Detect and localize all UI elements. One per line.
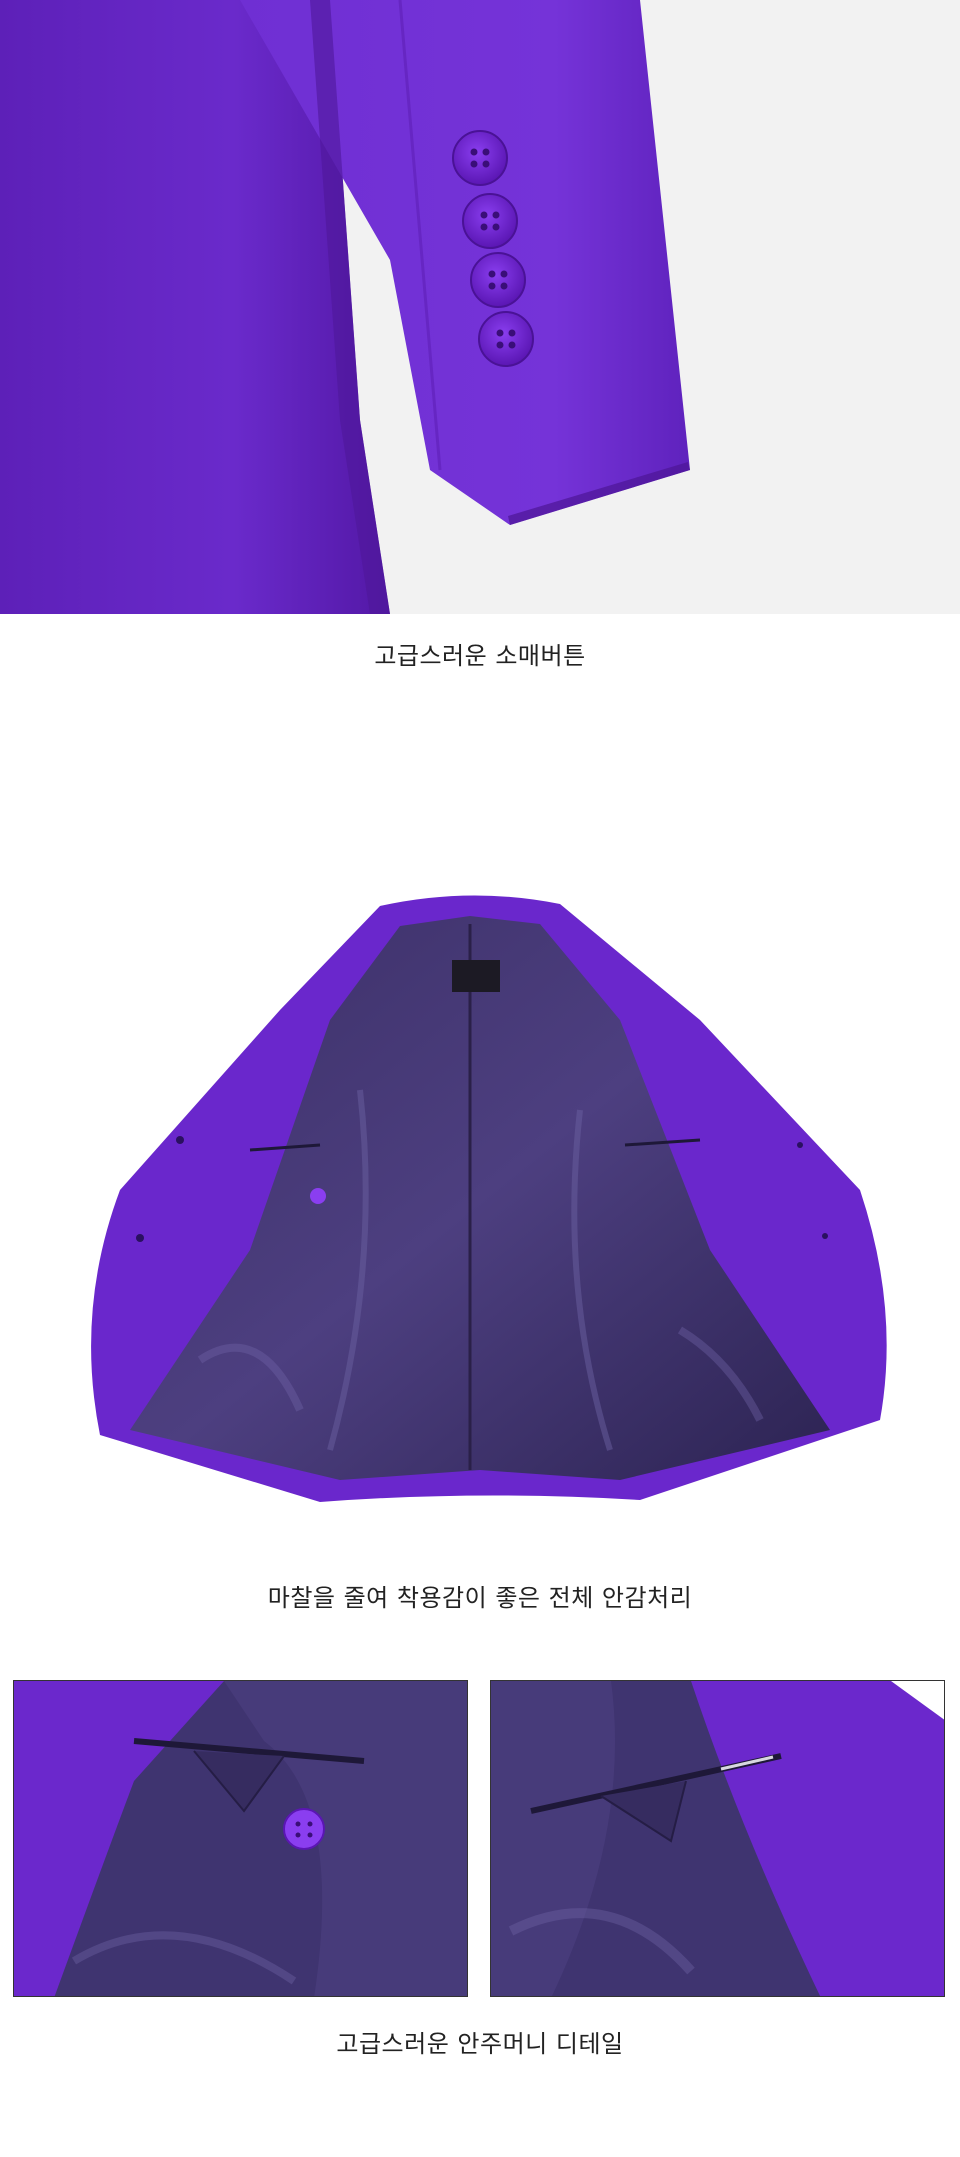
sleeve-button-caption: 고급스러운 소매버튼 — [374, 642, 586, 670]
pocket-button — [310, 1188, 326, 1204]
neck-label — [452, 960, 500, 992]
inner-pocket-button — [283, 1808, 325, 1850]
sleeve-button-image — [0, 0, 960, 614]
inner-pocket-left-image — [14, 1681, 467, 1996]
sleeve-photo — [0, 0, 960, 614]
lining-photo — [0, 890, 960, 1510]
inner-pocket-left-photo — [13, 1680, 468, 1997]
inner-pocket-right-photo — [490, 1680, 945, 1997]
inner-pocket-right-image — [491, 1681, 944, 1996]
lining-caption: 마찰을 줄여 착용감이 좋은 전체 안감처리 — [267, 1584, 693, 1612]
inner-pocket-caption: 고급스러운 안주머니 디테일 — [336, 2030, 624, 2058]
full-lining-image — [0, 890, 960, 1510]
